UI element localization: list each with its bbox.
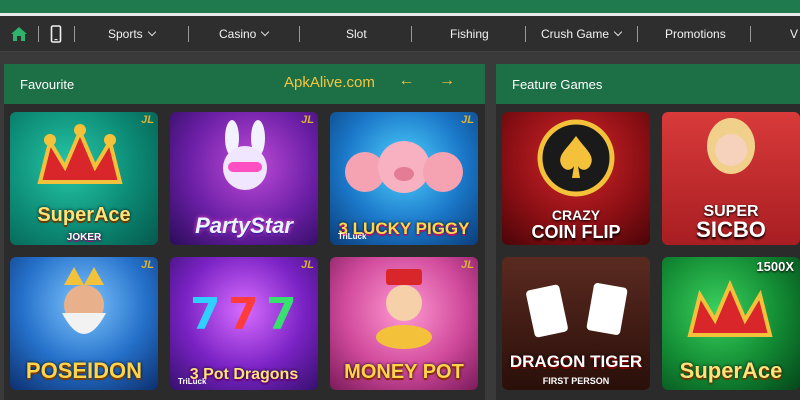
provider-badge: JL <box>461 259 474 271</box>
playing-cards-icon <box>526 283 628 338</box>
svg-text:7: 7 <box>190 289 221 337</box>
nav-divider <box>411 26 412 42</box>
feature-header: Feature Games <box>496 64 800 104</box>
nav-slot-label: Slot <box>346 27 367 41</box>
nav-casino[interactable]: Casino <box>219 16 270 52</box>
nav-casino-label: Casino <box>219 27 257 41</box>
nav-divider <box>74 26 75 42</box>
poseidon-icon <box>62 267 106 334</box>
game-tile-superace-joker[interactable]: JL SuperAce JOKER <box>10 112 158 245</box>
nav-fishing-label: Fishing <box>450 27 489 41</box>
triluck-label: TriLuck <box>178 377 207 386</box>
game-subtitle: JOKER <box>66 232 102 243</box>
provider-badge: JL <box>141 259 154 271</box>
favourite-title: Favourite <box>20 76 75 92</box>
home-button[interactable] <box>10 16 28 52</box>
game-tile-party-star[interactable]: JL PartyStar <box>170 112 318 245</box>
sevens-icon: 7 7 7 <box>190 289 297 337</box>
game-title: MONEY POT <box>344 361 464 383</box>
bunny-icon <box>223 120 267 190</box>
nav-divider <box>38 26 39 42</box>
game-title: DRAGON TIGER <box>509 352 643 371</box>
watermark: ApkAlive.com <box>284 74 375 91</box>
svg-text:7: 7 <box>266 289 297 337</box>
dealer-avatar <box>707 118 755 174</box>
triluck-label: TriLuck <box>338 232 367 241</box>
main-nav: Sports Casino Slot Fishing Crush Game Pr… <box>0 16 800 52</box>
game-title: POSEIDON <box>25 358 143 383</box>
fortune-god-icon <box>376 269 432 349</box>
mobile-button[interactable] <box>50 16 62 52</box>
nav-crush-game-label: Crush Game <box>541 27 610 41</box>
provider-badge: JL <box>141 114 154 126</box>
crown-icon <box>37 124 123 184</box>
nav-promotions[interactable]: Promotions <box>665 16 726 52</box>
provider-badge: JL <box>301 259 314 271</box>
favourite-panel: Favourite ApkAlive.com ← → JL SuperAce J… <box>4 64 485 400</box>
chevron-down-icon <box>147 27 156 37</box>
game-subtitle: FIRST PERSON <box>542 376 610 386</box>
provider-badge: JL <box>461 114 474 126</box>
game-tile-super-sicbo[interactable]: SUPER SICBO <box>662 112 800 245</box>
game-tile-lucky-piggy[interactable]: JL 3 LUCKY PIGGY TriLuck <box>330 112 478 245</box>
nav-more[interactable]: V <box>790 16 798 52</box>
feature-title: Feature Games <box>512 76 603 92</box>
game-title: PartyStar <box>195 213 293 238</box>
game-title: SuperAce <box>37 204 131 226</box>
game-subtitle: CRAZY <box>551 207 601 223</box>
nav-divider <box>750 26 751 42</box>
game-tile-crazy-coin-flip[interactable]: CRAZY COIN FLIP <box>502 112 650 245</box>
top-brand-strip <box>0 0 800 16</box>
pig-icon <box>345 141 463 193</box>
nav-slot[interactable]: Slot <box>346 16 367 52</box>
carousel-arrows[interactable]: ← → <box>399 72 465 90</box>
nav-sports[interactable]: Sports <box>108 16 156 52</box>
nav-fishing[interactable]: Fishing <box>450 16 489 52</box>
feature-panel: Feature Games CRAZY COIN FLIP SUPER SICB… <box>496 64 800 400</box>
provider-badge: JL <box>301 114 314 126</box>
nav-divider <box>299 26 300 42</box>
nav-sports-label: Sports <box>108 27 143 41</box>
game-tile-poseidon[interactable]: JL POSEIDON <box>10 257 158 390</box>
nav-divider <box>188 26 189 42</box>
game-tile-pot-dragons[interactable]: 7 7 7 JL 3 Pot Dragons TriLuck <box>170 257 318 390</box>
nav-promotions-label: Promotions <box>665 27 726 41</box>
chevron-down-icon <box>261 27 270 37</box>
multiplier-badge: 1500X <box>756 259 794 274</box>
game-title: SICBO <box>696 217 766 242</box>
nav-divider <box>525 26 526 42</box>
nav-crush-game[interactable]: Crush Game <box>541 16 623 52</box>
crown-icon <box>687 279 773 337</box>
home-icon <box>11 27 27 41</box>
game-title: SuperAce <box>679 358 783 383</box>
game-title: COIN FLIP <box>531 222 621 242</box>
nav-divider <box>637 26 638 42</box>
favourite-header: Favourite ApkAlive.com ← → <box>4 64 485 104</box>
game-tile-dragon-tiger[interactable]: DRAGON TIGER FIRST PERSON <box>502 257 650 390</box>
nav-more-label: V <box>790 27 799 41</box>
spade-coin-icon <box>537 119 615 197</box>
mobile-icon <box>50 25 62 43</box>
game-tile-superace-1500x[interactable]: 1500X SuperAce <box>662 257 800 390</box>
svg-text:7: 7 <box>228 289 259 337</box>
chevron-down-icon <box>613 27 623 37</box>
game-tile-money-pot[interactable]: JL MONEY POT <box>330 257 478 390</box>
